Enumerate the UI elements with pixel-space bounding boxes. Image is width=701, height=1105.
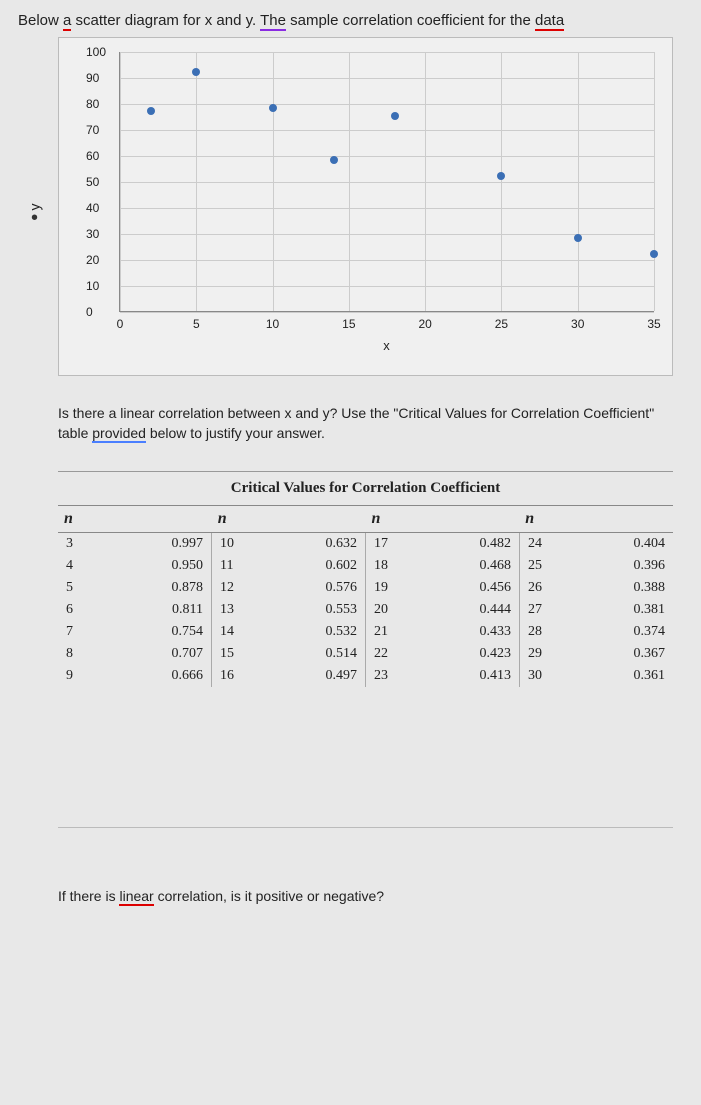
x-tick: 20: [418, 317, 431, 331]
followup-question: If there is linear correlation, is it po…: [58, 827, 673, 904]
cv-row: 250.396: [520, 555, 673, 577]
cv-row: 260.388: [520, 577, 673, 599]
cv-row: 150.514: [212, 643, 365, 665]
cv-row: 160.497: [212, 665, 365, 687]
y-tick: 80: [86, 97, 99, 111]
data-point: [192, 68, 200, 76]
y-tick: 40: [86, 201, 99, 215]
cv-row: 110.602: [212, 555, 365, 577]
question-text: Is there a linear correlation between x …: [58, 404, 673, 443]
y-tick: 50: [86, 175, 99, 189]
cv-row: 230.413: [366, 665, 519, 687]
x-tick: 30: [571, 317, 584, 331]
x-tick: 15: [342, 317, 355, 331]
y-tick: 20: [86, 253, 99, 267]
data-point: [391, 112, 399, 120]
x-tick: 25: [495, 317, 508, 331]
plot-area: 051015202530350102030405060708090100: [119, 52, 654, 312]
cv-row: 170.482: [366, 533, 519, 555]
cv-row: 190.456: [366, 577, 519, 599]
cv-row: 200.444: [366, 599, 519, 621]
cv-column: 30.99740.95050.87860.81170.75480.70790.6…: [58, 533, 212, 687]
cv-row: 50.878: [58, 577, 211, 599]
cv-column: 100.632110.602120.576130.553140.532150.5…: [212, 533, 366, 687]
cv-row: 60.811: [58, 599, 211, 621]
data-point: [147, 107, 155, 115]
critical-values-section: Critical Values for Correlation Coeffici…: [58, 471, 673, 687]
x-tick: 10: [266, 317, 279, 331]
cv-row: 220.423: [366, 643, 519, 665]
data-point: [269, 104, 277, 112]
data-point: [574, 234, 582, 242]
cv-row: 280.374: [520, 621, 673, 643]
cv-row: 140.532: [212, 621, 365, 643]
x-tick: 0: [117, 317, 124, 331]
cv-row: 240.404: [520, 533, 673, 555]
data-point: [650, 250, 658, 258]
cv-row: 300.361: [520, 665, 673, 687]
y-tick: 30: [86, 227, 99, 241]
cv-row: 30.997: [58, 533, 211, 555]
x-tick: 5: [193, 317, 200, 331]
y-tick: 0: [86, 305, 93, 319]
cv-row: 210.433: [366, 621, 519, 643]
y-tick: 90: [86, 71, 99, 85]
y-tick: 70: [86, 123, 99, 137]
intro-text: Below a scatter diagram for x and y. The…: [18, 12, 683, 29]
cv-row: 270.381: [520, 599, 673, 621]
cv-header: n. n. n. n.: [58, 505, 673, 533]
cv-title: Critical Values for Correlation Coeffici…: [58, 480, 673, 497]
y-tick: 10: [86, 279, 99, 293]
data-point: [330, 156, 338, 164]
y-axis-label: y: [27, 203, 43, 210]
y-tick: 100: [86, 45, 106, 59]
cv-column: 240.404250.396260.388270.381280.374290.3…: [520, 533, 673, 687]
cv-row: 180.468: [366, 555, 519, 577]
y-tick: 60: [86, 149, 99, 163]
x-axis-label: x: [119, 338, 654, 353]
data-point: [497, 172, 505, 180]
cv-row: 70.754: [58, 621, 211, 643]
x-tick: 35: [647, 317, 660, 331]
cv-row: 80.707: [58, 643, 211, 665]
cv-table: 30.99740.95050.87860.81170.75480.70790.6…: [58, 533, 673, 687]
cv-row: 120.576: [212, 577, 365, 599]
cv-column: 170.482180.468190.456200.444210.433220.4…: [366, 533, 520, 687]
cv-row: 100.632: [212, 533, 365, 555]
scatter-chart: • y 051015202530350102030405060708090100…: [58, 37, 673, 376]
cv-row: 130.553: [212, 599, 365, 621]
cv-row: 290.367: [520, 643, 673, 665]
cv-row: 40.950: [58, 555, 211, 577]
cv-row: 90.666: [58, 665, 211, 687]
